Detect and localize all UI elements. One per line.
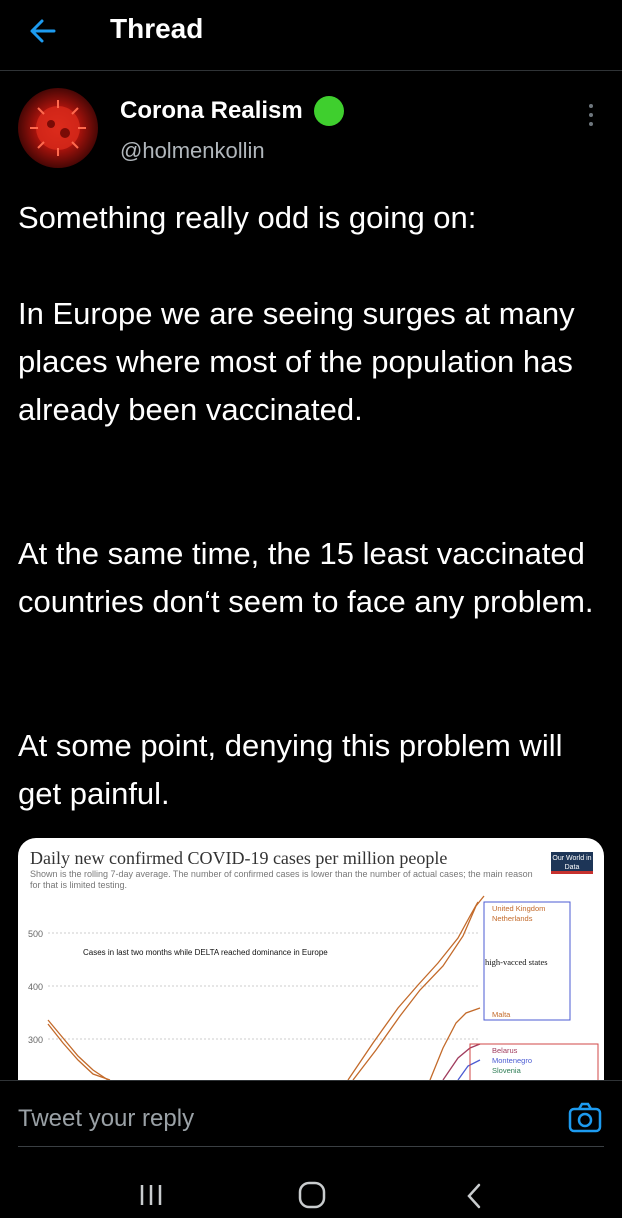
- camera-icon[interactable]: [568, 1102, 602, 1134]
- more-vertical-icon[interactable]: [584, 100, 598, 130]
- chart-subtitle: Shown is the rolling 7-day average. The …: [30, 869, 533, 890]
- y-tick-label: 300: [28, 1035, 43, 1045]
- tweet-paragraph: In Europe we are seeing surges at many p…: [18, 296, 575, 427]
- legend-box-low-vacced: [469, 1043, 599, 1080]
- virus-icon: [30, 100, 86, 156]
- owid-logo: Our World in Data: [551, 852, 593, 874]
- top-bar: Thread: [0, 0, 622, 71]
- author-handle[interactable]: @holmenkollin: [120, 138, 265, 164]
- legend-label-high-vacced: high-vacced states: [485, 957, 548, 967]
- chart-annotation: Cases in last two months while DELTA rea…: [83, 948, 328, 957]
- series-label-belarus: Belarus: [492, 1046, 518, 1055]
- series-line-left-b: [47, 1023, 111, 1080]
- series-line-left-a: [47, 1019, 109, 1080]
- chart-title: Daily new confirmed COVID-19 cases per m…: [30, 848, 448, 868]
- tweet-media-chart[interactable]: 500 400 300 Cases in last two months while …: [18, 838, 604, 1080]
- series-line-montenegro: [457, 1059, 481, 1080]
- nav-back-icon[interactable]: [464, 1181, 484, 1211]
- reply-input[interactable]: Tweet your reply: [18, 1105, 194, 1133]
- y-tick-label: 400: [28, 982, 43, 992]
- verified-icon: [314, 96, 344, 126]
- y-tick-label: 500: [28, 929, 43, 939]
- avatar[interactable]: [18, 88, 98, 168]
- tweet-paragraph: At some point, denying this problem will…: [18, 728, 563, 811]
- nav-recents-icon[interactable]: [138, 1183, 164, 1207]
- nav-home-icon[interactable]: [297, 1180, 327, 1210]
- series-line-uk: [347, 901, 479, 1080]
- series-label-malta: Malta: [492, 1010, 511, 1019]
- tweet-paragraph: At the same time, the 15 least vaccinate…: [18, 536, 594, 619]
- series-label-uk: United Kingdom: [492, 904, 545, 913]
- tweet-paragraph: Something really odd is going on:: [18, 200, 477, 235]
- author-name[interactable]: Corona Realism: [120, 97, 303, 125]
- series-label-netherlands: Netherlands: [492, 914, 533, 923]
- series-label-montenegro: Montenegro: [492, 1056, 532, 1065]
- back-arrow-icon[interactable]: [28, 16, 58, 46]
- series-label-slovenia: Slovenia: [492, 1066, 522, 1075]
- reply-divider: [18, 1146, 604, 1147]
- page-title: Thread: [110, 13, 204, 44]
